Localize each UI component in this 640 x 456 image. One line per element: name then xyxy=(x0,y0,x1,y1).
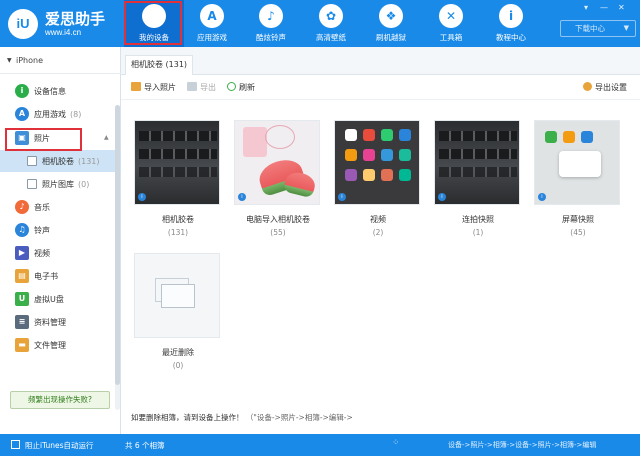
sidebar-item-apps[interactable]: A 应用游戏 (8) xyxy=(0,103,121,125)
minimize-icon[interactable]: — xyxy=(600,3,608,12)
sidebar-item-virtual-usb[interactable]: U 虚拟U盘 xyxy=(0,288,121,310)
ringtone-icon: ♫ xyxy=(15,223,29,237)
device-header[interactable]: ▼ iPhone xyxy=(0,55,121,69)
toolbar: 导入照片 导出 刷新 导出设置 xyxy=(121,76,640,100)
import-photos-button[interactable]: 导入照片 xyxy=(131,82,176,93)
photo-badge-icon: i xyxy=(138,193,146,201)
nav-apps-games[interactable]: A 应用游戏 xyxy=(182,0,242,47)
sidebar-scrollbar[interactable] xyxy=(115,105,120,385)
export-icon xyxy=(187,82,197,91)
nav-wallpapers[interactable]: ✿ 高清壁纸 xyxy=(301,0,361,47)
music-icon: ♪ xyxy=(15,200,29,214)
album-thumbnail xyxy=(134,253,220,338)
app-name: 爱思助手 xyxy=(45,10,106,28)
album-thumbnail: i xyxy=(434,120,520,205)
album-thumbnail: i xyxy=(534,120,620,205)
export-button[interactable]: 导出 xyxy=(187,82,216,93)
photo-library-icon xyxy=(27,179,37,189)
operation-failed-button[interactable]: 频繁出现操作失败? xyxy=(10,391,110,409)
sidebar: ▼ iPhone i 设备信息 A 应用游戏 (8) ▣ 照片 ▲ 相机胶卷 (13… xyxy=(0,47,121,434)
data-icon: ≡ xyxy=(15,315,29,329)
main-panel: 相机胶卷 (131) 导入照片 导出 刷新 导出设置 i 相机胶卷 (131) xyxy=(121,47,640,434)
dropbox-icon: ❖ xyxy=(379,4,403,28)
sidebar-item-data-management[interactable]: ≡ 资料管理 xyxy=(0,311,121,333)
import-icon xyxy=(131,82,141,91)
download-arrow-icon: ▼ xyxy=(623,24,629,32)
album-videos[interactable]: i 视频 (2) xyxy=(334,120,422,240)
nav-highlight-box xyxy=(124,1,182,45)
app-logo: iU 爱思助手 www.i4.cn xyxy=(8,7,120,41)
flower-icon: ✿ xyxy=(319,4,343,28)
folder-icon: ▬ xyxy=(15,338,29,352)
album-recently-deleted[interactable]: 最近删除 (0) xyxy=(134,253,222,373)
divider xyxy=(0,73,121,74)
top-bar: iU 爱思助手 www.i4.cn 我的设备 A 应用游戏 ♪ 酷炫铃声 ✿ 高… xyxy=(0,0,640,47)
sidebar-item-device-info[interactable]: i 设备信息 xyxy=(0,80,121,102)
block-itunes-checkbox[interactable] xyxy=(11,440,20,449)
info-icon: i xyxy=(499,4,523,28)
usb-icon: U xyxy=(15,292,29,306)
album-thumbnail: i xyxy=(334,120,420,205)
app-store-icon: A xyxy=(200,4,224,28)
block-itunes-label[interactable]: 阻止iTunes自动运行 xyxy=(25,440,94,451)
refresh-icon xyxy=(227,82,236,91)
download-center-button[interactable]: 下载中心 ▼ xyxy=(560,20,636,37)
tab-camera-roll[interactable]: 相机胶卷 (131) xyxy=(125,55,194,75)
album-pc-imported[interactable]: i 电脑导入相机胶卷 (55) xyxy=(234,120,322,240)
app-icon: A xyxy=(15,107,29,121)
status-bar: 阻止iTunes自动运行 共 6 个相簿 ⁘ 设备->照片->相簿->设备->照… xyxy=(0,434,640,456)
photo-badge-icon: i xyxy=(338,193,346,201)
photo-badge-icon: i xyxy=(438,193,446,201)
close-icon[interactable]: ✕ xyxy=(618,3,625,12)
album-camera-roll[interactable]: i 相机胶卷 (131) xyxy=(134,120,222,240)
sidebar-item-camera-roll[interactable]: 相机胶卷 (131) xyxy=(0,150,121,172)
sidebar-item-file-management[interactable]: ▬ 文件管理 xyxy=(0,334,121,356)
nav-toolbox[interactable]: ✕ 工具箱 xyxy=(421,0,481,47)
nav-flash-jailbreak[interactable]: ❖ 刷机越狱 xyxy=(361,0,421,47)
photos-highlight-box xyxy=(5,128,82,151)
sidebar-item-music[interactable]: ♪ 音乐 xyxy=(0,196,121,218)
album-count: 共 6 个相簿 xyxy=(125,441,165,450)
sidebar-item-ebooks[interactable]: ▤ 电子书 xyxy=(0,265,121,287)
expand-caret-icon[interactable]: ▲ xyxy=(104,134,109,141)
album-thumbnail: i xyxy=(234,120,320,205)
i4-logo-icon: iU xyxy=(8,9,38,39)
sidebar-item-videos[interactable]: ▶ 视频 xyxy=(0,242,121,264)
info-circle-icon: i xyxy=(15,84,29,98)
status-path: 设备->照片->相簿->设备->照片->相簿->编辑 xyxy=(448,441,597,449)
gear-icon xyxy=(583,82,592,91)
app-url: www.i4.cn xyxy=(45,28,82,37)
watermark-icon: ⁘ xyxy=(392,438,400,448)
album-screenshots[interactable]: i 屏幕快照 (45) xyxy=(534,120,622,240)
collapse-triangle-icon: ▼ xyxy=(7,57,12,64)
bell-icon: ♪ xyxy=(259,4,283,28)
ebook-icon: ▤ xyxy=(15,269,29,283)
photo-badge-icon: i xyxy=(238,193,246,201)
photo-badge-icon: i xyxy=(538,193,546,201)
export-settings-button[interactable]: 导出设置 xyxy=(583,82,627,93)
video-icon: ▶ xyxy=(15,246,29,260)
nav-ringtones[interactable]: ♪ 酷炫铃声 xyxy=(241,0,301,47)
nav-tutorials[interactable]: i 教程中心 xyxy=(481,0,541,47)
tools-icon: ✕ xyxy=(439,4,463,28)
album-bursts[interactable]: i 连拍快照 (1) xyxy=(434,120,522,240)
skin-icon[interactable]: ▾ xyxy=(584,3,588,12)
delete-album-notice: 如要删除相簿，请到设备上操作！ （"设备->照片->相簿->编辑-> xyxy=(131,413,353,422)
sidebar-item-photo-library[interactable]: 照片图库 (0) xyxy=(0,173,121,195)
camera-roll-icon xyxy=(27,156,37,166)
refresh-button[interactable]: 刷新 xyxy=(227,82,255,93)
sidebar-item-ringtones[interactable]: ♫ 铃声 xyxy=(0,219,121,241)
tab-bar: 相机胶卷 (131) xyxy=(121,47,640,75)
album-thumbnail: i xyxy=(134,120,220,205)
